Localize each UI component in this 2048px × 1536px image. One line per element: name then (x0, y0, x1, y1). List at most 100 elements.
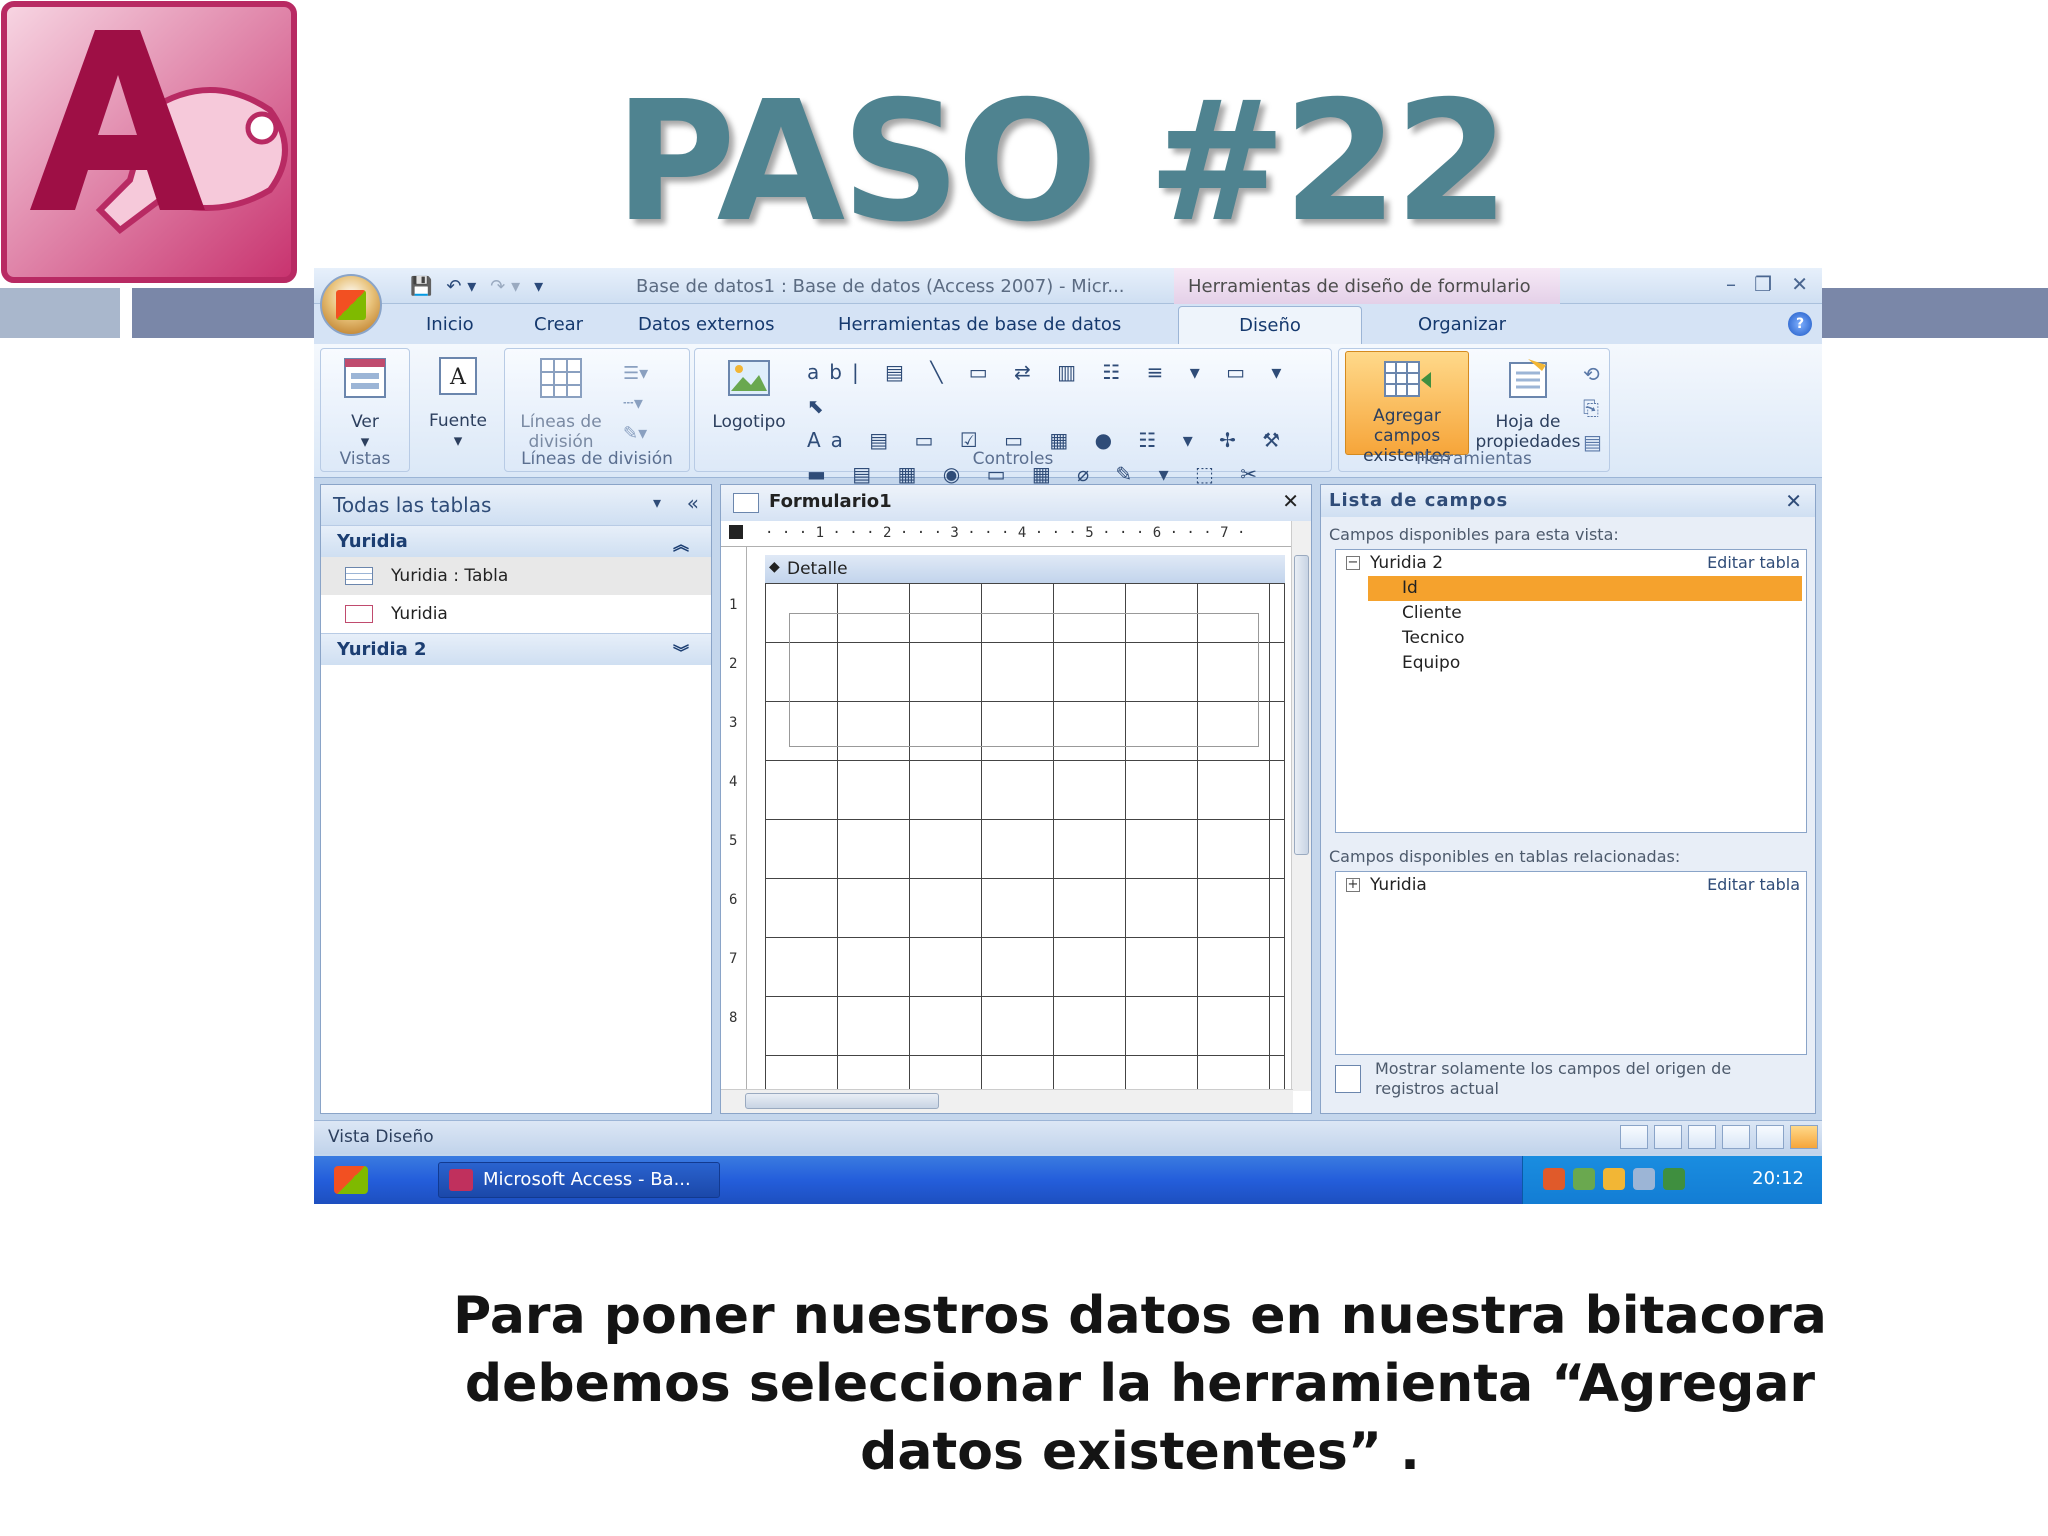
datasheet-view-icon[interactable] (1654, 1125, 1682, 1149)
quick-access-toolbar: 💾 ↶ ▾ ↷ ▾ ▾ (410, 276, 543, 297)
scroll-thumb[interactable] (745, 1093, 939, 1109)
tab-inicio[interactable]: Inicio (426, 314, 474, 335)
minimize-icon[interactable]: – (1726, 272, 1736, 296)
nav-group-yuridia-2[interactable]: Yuridia 2 ︾ (321, 633, 711, 665)
start-button-icon[interactable] (334, 1166, 368, 1194)
collapse-node-icon[interactable]: − (1346, 556, 1360, 570)
section-arrow-icon: ◆ (769, 559, 780, 575)
tree-table-yuridia-2[interactable]: − Yuridia 2 Editar tabla (1336, 550, 1806, 576)
form-selector-icon[interactable] (729, 525, 743, 539)
volume-icon[interactable] (1543, 1168, 1565, 1190)
clock: 20:12 (1752, 1168, 1804, 1189)
nav-item-form[interactable]: Yuridia (321, 595, 711, 633)
tab-herramientas-bd[interactable]: Herramientas de base de datos (838, 314, 1121, 335)
nav-group-label: Yuridia (337, 531, 408, 552)
field-equipo[interactable]: Equipo (1336, 651, 1806, 676)
filter-fields-icon (1335, 1065, 1361, 1093)
antivirus-icon[interactable] (1603, 1168, 1625, 1190)
form-designer: Formulario1 ✕ · · · 1 · · · 2 · · · 3 · … (720, 484, 1312, 1114)
ruler-ticks: · · · 1 · · · 2 · · · 3 · · · 4 · · · 5 … (765, 525, 1246, 541)
form-icon (345, 605, 373, 623)
logotipo-button[interactable]: Logotipo (701, 355, 797, 432)
hoja-propiedades-button[interactable]: Hoja de propiedades (1473, 355, 1583, 452)
close-icon[interactable]: ✕ (1791, 272, 1808, 296)
help-icon[interactable]: ? (1788, 312, 1812, 336)
logo-image-icon (728, 360, 770, 396)
form-body-area[interactable] (789, 613, 1259, 747)
display-icon[interactable] (1633, 1168, 1655, 1190)
collapse-pane-icon[interactable]: « (687, 491, 699, 515)
form-icon (733, 493, 759, 513)
ver-button[interactable]: Ver ▾ (327, 355, 403, 452)
nav-header[interactable]: Todas las tablas ▾ « (321, 485, 711, 525)
small-tools-icons[interactable]: ⟲ ⎘ ▤ (1583, 357, 1602, 459)
network-icon[interactable] (1573, 1168, 1595, 1190)
footer-line-2: registros actual (1375, 1079, 1499, 1098)
collapse-group-icon[interactable]: ︽ (673, 531, 689, 555)
group-herramientas: Agregar campos existentes Hoja de propie… (1338, 348, 1610, 472)
agregar-campos-existentes-button[interactable]: Agregar campos existentes (1345, 351, 1469, 466)
document-tab-formulario1[interactable]: Formulario1 ✕ (721, 485, 1311, 521)
tab-crear[interactable]: Crear (534, 314, 583, 335)
tree-table-yuridia[interactable]: + Yuridia Editar tabla (1336, 872, 1806, 898)
edit-table-link[interactable]: Editar tabla (1707, 875, 1800, 894)
caption-line-2: debemos seleccionar la herramienta “Agre… (464, 1354, 1816, 1414)
field-id[interactable]: Id (1368, 576, 1802, 601)
textbox-icon[interactable]: ab| (807, 360, 869, 384)
pivot-chart-icon[interactable] (1722, 1125, 1750, 1149)
redo-icon[interactable]: ↷ ▾ (490, 276, 520, 297)
agregar-label-1: Agregar campos (1373, 406, 1441, 446)
lineas-division-button[interactable]: Líneas de división (509, 355, 613, 452)
security-icon[interactable] (1663, 1168, 1685, 1190)
office-button[interactable] (320, 274, 382, 336)
access-window: 💾 ↶ ▾ ↷ ▾ ▾ Base de datos1 : Base de dat… (314, 268, 1822, 1204)
nav-dropdown-icon[interactable]: ▾ (653, 493, 661, 512)
ruler-number: 8 (729, 1010, 738, 1026)
group-label-controles: Controles (972, 449, 1054, 469)
nav-item-table[interactable]: Yuridia : Tabla (321, 557, 711, 595)
tab-diseno[interactable]: Diseño (1178, 306, 1362, 344)
caption-line-3: datos existentes” . (860, 1422, 1420, 1482)
expand-node-icon[interactable]: + (1346, 878, 1360, 892)
undo-icon[interactable]: ↶ ▾ (446, 276, 476, 297)
taskbar-item-label: Microsoft Access - Ba... (483, 1169, 691, 1190)
restore-icon[interactable]: ❐ (1754, 272, 1772, 296)
save-icon[interactable]: 💾 (410, 276, 432, 297)
access-logo-icon (1, 1, 297, 283)
footer-line-1: Mostrar solamente los campos del origen … (1375, 1059, 1732, 1078)
expand-group-icon[interactable]: ︾ (673, 639, 689, 663)
line-style-icons[interactable]: ☰▾ ┄▾ ✎▾ (623, 359, 648, 449)
field-tecnico[interactable]: Tecnico (1336, 626, 1806, 651)
pivot-table-icon[interactable] (1688, 1125, 1716, 1149)
taskbar-item-access[interactable]: Microsoft Access - Ba... (438, 1162, 720, 1198)
slide-caption: Para poner nuestros datos en nuestra bit… (330, 1282, 1950, 1486)
view-shortcuts (1620, 1125, 1818, 1149)
chevron-down-icon: ▾ (453, 431, 463, 451)
status-bar: Vista Diseño (314, 1120, 1822, 1154)
field-cliente[interactable]: Cliente (1336, 601, 1806, 626)
horizontal-scrollbar[interactable] (721, 1089, 1293, 1113)
decorative-bar-middle (132, 288, 318, 338)
controls-gallery[interactable]: ab| ▤ ╲ ▭ ⇄ ▥ ☷ ≡ ▾ ▭ ▾ ⬉ Aa ▤ ▭ ☑ ▭ ▦ ●… (807, 355, 1327, 491)
detail-section-bar[interactable]: ◆ Detalle (765, 555, 1285, 583)
edit-table-link[interactable]: Editar tabla (1707, 553, 1800, 572)
fuente-button[interactable]: A Fuente ▾ (416, 354, 500, 451)
show-only-current-fields-option[interactable]: Mostrar solamente los campos del origen … (1329, 1059, 1809, 1107)
design-view-icon[interactable] (1790, 1125, 1818, 1149)
tab-datos-externos[interactable]: Datos externos (638, 314, 775, 335)
design-grid[interactable] (765, 583, 1285, 1093)
scroll-thumb[interactable] (1294, 555, 1309, 855)
field-list-header: Lista de campos ✕ (1321, 485, 1815, 517)
nav-group-yuridia[interactable]: Yuridia ︽ (321, 525, 711, 557)
form-view-icon[interactable] (1620, 1125, 1648, 1149)
nav-item-label: Yuridia (391, 604, 448, 624)
tab-organizar[interactable]: Organizar (1418, 314, 1506, 335)
contextual-tab-label: Herramientas de diseño de formulario (1174, 268, 1560, 304)
field-list-pane: Lista de campos ✕ Campos disponibles par… (1320, 484, 1816, 1114)
close-document-icon[interactable]: ✕ (1282, 489, 1299, 513)
vertical-scrollbar[interactable] (1291, 521, 1311, 1091)
customize-qat-icon[interactable]: ▾ (534, 276, 543, 297)
nav-header-label: Todas las tablas (333, 493, 492, 517)
close-pane-icon[interactable]: ✕ (1785, 489, 1803, 513)
layout-view-icon[interactable] (1756, 1125, 1784, 1149)
